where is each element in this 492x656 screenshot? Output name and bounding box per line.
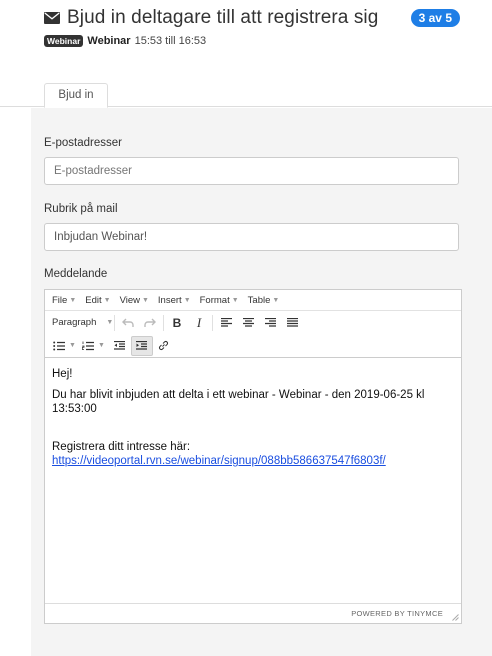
numbered-list-icon[interactable]: [80, 336, 96, 356]
tab-bar: Bjud in: [0, 83, 492, 108]
message-label: Meddelande: [44, 268, 108, 280]
invitation-text: Du har blivit inbjuden att delta i ett w…: [52, 389, 425, 415]
subject-label: Rubrik på mail: [44, 203, 118, 215]
page-header: Bjud in deltagare till att registrera si…: [44, 6, 464, 56]
email-label: E-postadresser: [44, 137, 122, 149]
chevron-down-icon: ▼: [272, 296, 280, 304]
editor-menubar: File ▼ Edit ▼ View ▼ Insert ▼ Format ▼ Table ▼: [45, 290, 461, 311]
resize-handle-icon[interactable]: [451, 613, 459, 621]
undo-icon[interactable]: [117, 313, 139, 333]
menu-view[interactable]: View ▼: [120, 295, 149, 306]
menu-file[interactable]: File ▼: [52, 295, 76, 306]
bullet-list-icon[interactable]: [51, 336, 67, 356]
chevron-down-icon[interactable]: ▼: [98, 342, 105, 349]
block-format-select[interactable]: Paragraph ▼: [52, 317, 114, 328]
editor-statusbar: POWERED BY TINYMCE: [45, 603, 461, 623]
menu-insert-label: Insert: [157, 294, 182, 306]
align-justify-icon[interactable]: [281, 313, 303, 333]
step-badge: 3 av 5: [410, 9, 460, 27]
block-format-label: Paragraph: [52, 317, 97, 328]
bold-icon[interactable]: B: [166, 313, 188, 333]
menu-table[interactable]: Table ▼: [248, 295, 280, 306]
align-left-icon[interactable]: [215, 313, 237, 333]
menu-table-label: Table: [247, 294, 271, 306]
menu-edit-label: Edit: [85, 294, 102, 306]
event-subtitle: Webinar Webinar 15:53 till 16:53: [44, 35, 464, 47]
chevron-down-icon: ▼: [231, 296, 239, 304]
powered-by-text: POWERED BY TINYMCE: [351, 609, 443, 618]
event-name: Webinar: [87, 35, 131, 47]
indent-icon[interactable]: [130, 335, 153, 356]
align-center-icon[interactable]: [237, 313, 259, 333]
chevron-down-icon: ▼: [103, 296, 111, 304]
editor-toolbar-row-1: Paragraph ▼ B I: [45, 311, 461, 334]
register-link[interactable]: https://videoportal.rvn.se/webinar/signu…: [52, 455, 386, 467]
align-right-icon[interactable]: [259, 313, 281, 333]
title-row: Bjud in deltagare till att registrera si…: [44, 6, 464, 30]
menu-format[interactable]: Format ▼: [200, 295, 239, 306]
chevron-down-icon: ▼: [183, 296, 191, 304]
menu-edit[interactable]: Edit ▼: [85, 295, 110, 306]
chevron-down-icon[interactable]: ▼: [69, 342, 76, 349]
outdent-icon[interactable]: [109, 336, 131, 356]
chevron-down-icon: ▼: [106, 319, 114, 326]
redo-icon[interactable]: [139, 313, 161, 333]
email-input[interactable]: [44, 157, 459, 185]
toolbar-divider: [212, 314, 213, 331]
page-title: Bjud in deltagare till att registrera si…: [67, 7, 379, 28]
menu-file-label: File: [52, 294, 68, 306]
subject-input[interactable]: Inbjudan Webinar!: [44, 223, 459, 251]
rich-text-editor: File ▼ Edit ▼ View ▼ Insert ▼ Format ▼ Table ▼…: [44, 289, 462, 624]
chevron-down-icon: ▼: [141, 296, 149, 304]
toolbar-divider: [114, 314, 115, 331]
envelope-icon: [44, 12, 60, 24]
greeting-text: Hej!: [52, 368, 73, 380]
menu-insert[interactable]: Insert ▼: [158, 295, 191, 306]
register-text: Registrera ditt intresse här:: [52, 441, 191, 453]
menu-view-label: View: [119, 294, 140, 306]
toolbar-divider: [163, 314, 164, 331]
menu-format-label: Format: [199, 294, 230, 306]
tab-bjud-in[interactable]: Bjud in: [44, 83, 108, 108]
editor-content[interactable]: Hej! Du har blivit inbjuden att delta i …: [45, 358, 461, 477]
chevron-down-icon: ▼: [69, 296, 77, 304]
italic-icon[interactable]: I: [188, 313, 210, 333]
editor-toolbar-row-2: ▼ ▼: [45, 334, 461, 358]
link-icon[interactable]: [153, 336, 175, 356]
event-type-badge: Webinar: [44, 35, 84, 47]
event-time: 15:53 till 16:53: [134, 35, 207, 47]
